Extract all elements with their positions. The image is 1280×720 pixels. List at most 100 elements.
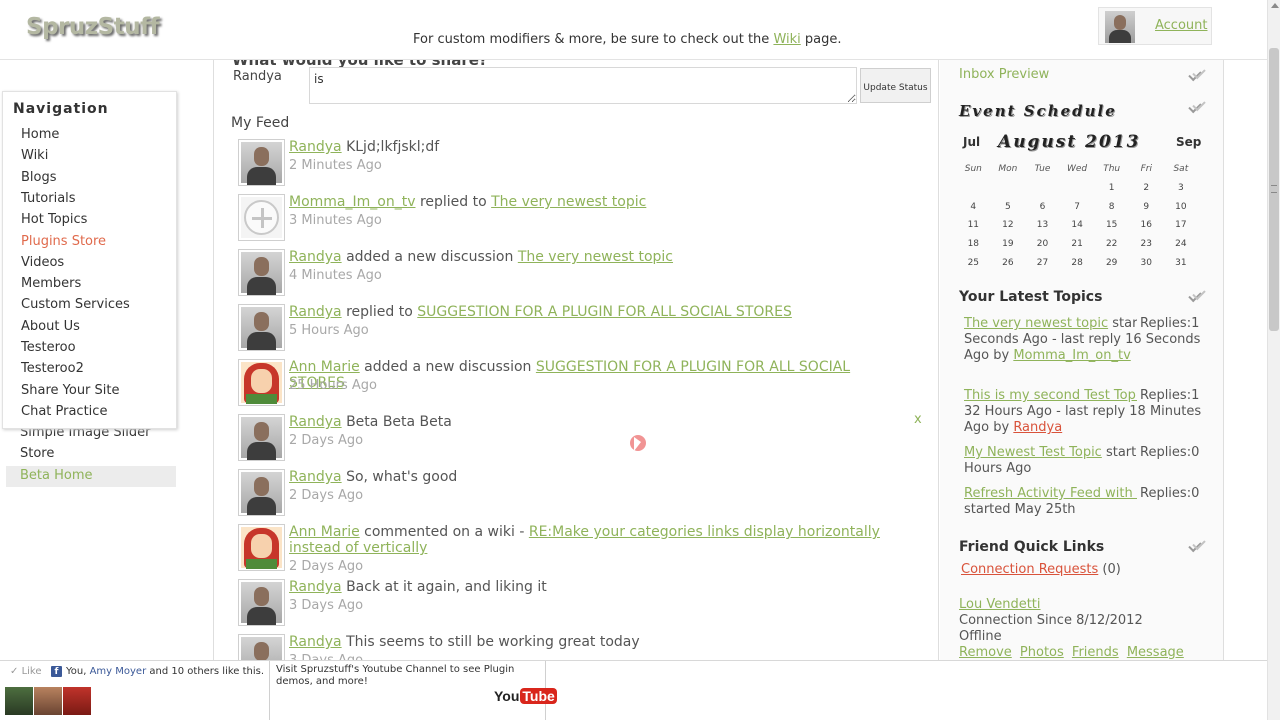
calendar-day[interactable]: 16 bbox=[1129, 216, 1164, 235]
avatar[interactable] bbox=[238, 634, 285, 660]
feed-user-link[interactable]: Randya bbox=[289, 634, 342, 650]
avatar[interactable] bbox=[238, 414, 285, 461]
calendar-day[interactable]: 14 bbox=[1060, 216, 1095, 235]
nav-item-blogs[interactable]: Blogs bbox=[21, 170, 57, 185]
avatar[interactable] bbox=[238, 524, 285, 571]
account-link[interactable]: Account bbox=[1155, 18, 1208, 33]
wiki-link[interactable]: Wiki bbox=[773, 32, 800, 47]
friend-photos-link[interactable]: Photos bbox=[1020, 645, 1064, 660]
calendar-next-month[interactable]: Sep bbox=[1176, 135, 1201, 149]
avatar[interactable] bbox=[238, 304, 285, 351]
page-scrollbar[interactable] bbox=[1267, 0, 1280, 720]
friend-message-link[interactable]: Message bbox=[1127, 645, 1184, 660]
calendar-day[interactable]: 25 bbox=[956, 253, 991, 272]
site-logo[interactable]: SpruzStuff bbox=[26, 14, 160, 40]
nav-item-videos[interactable]: Videos bbox=[21, 255, 64, 270]
calendar-day[interactable]: 4 bbox=[956, 197, 991, 216]
feed-user-link[interactable]: Randya bbox=[289, 469, 342, 485]
nav-item-about-us[interactable]: About Us bbox=[21, 319, 80, 334]
calendar-day[interactable]: 15 bbox=[1094, 216, 1129, 235]
nav-item-store[interactable]: Store bbox=[20, 446, 54, 461]
calendar-day[interactable]: 8 bbox=[1094, 197, 1129, 216]
feed-user-link[interactable]: Randya bbox=[289, 414, 342, 430]
avatar[interactable] bbox=[238, 579, 285, 626]
update-status-button[interactable]: Update Status bbox=[860, 68, 931, 103]
youtube-promo[interactable]: Visit Spruzstuff's Youtube Channel to se… bbox=[270, 661, 557, 720]
collapse-check-icon[interactable] bbox=[1187, 101, 1203, 115]
feed-user-link[interactable]: Randya bbox=[289, 139, 342, 155]
calendar-day[interactable]: 19 bbox=[991, 235, 1026, 254]
nav-item-members[interactable]: Members bbox=[21, 276, 81, 291]
calendar-day[interactable]: 13 bbox=[1025, 216, 1060, 235]
topic-title-link[interactable]: The very newest topic bbox=[964, 316, 1108, 331]
liker-avatar[interactable] bbox=[34, 687, 62, 715]
topic-title-link[interactable]: My Newest Test Topic bbox=[964, 445, 1102, 460]
nav-item-custom-services[interactable]: Custom Services bbox=[21, 297, 130, 312]
topic-author-link[interactable]: Randya bbox=[1013, 420, 1062, 435]
inbox-preview-link[interactable]: Inbox Preview bbox=[959, 67, 1049, 82]
delete-feed-item-button[interactable]: x bbox=[914, 412, 922, 427]
avatar[interactable] bbox=[238, 469, 285, 516]
collapse-check-icon[interactable] bbox=[1187, 69, 1203, 83]
friend-name-link[interactable]: Lou Vendetti bbox=[959, 597, 1041, 612]
calendar-day[interactable]: 11 bbox=[956, 216, 991, 235]
youtube-logo[interactable]: You Tube bbox=[494, 688, 557, 704]
nav-item-home[interactable]: Home bbox=[21, 127, 59, 142]
feed-user-link[interactable]: Ann Marie bbox=[289, 359, 360, 375]
calendar-day[interactable]: 1 bbox=[1094, 179, 1129, 198]
nav-item-wiki[interactable]: Wiki bbox=[21, 148, 48, 163]
calendar-day[interactable]: 23 bbox=[1129, 235, 1164, 254]
avatar[interactable] bbox=[238, 139, 285, 186]
calendar-day[interactable]: 18 bbox=[956, 235, 991, 254]
status-input[interactable]: is bbox=[309, 67, 857, 104]
calendar-day[interactable]: 3 bbox=[1164, 179, 1199, 198]
calendar-day[interactable]: 7 bbox=[1060, 197, 1095, 216]
calendar-day[interactable]: 21 bbox=[1060, 235, 1095, 254]
collapse-check-icon[interactable] bbox=[1187, 290, 1203, 304]
friend-friends-link[interactable]: Friends bbox=[1072, 645, 1119, 660]
calendar-day[interactable]: 22 bbox=[1094, 235, 1129, 254]
topic-author-link[interactable]: Momma_Im_on_tv bbox=[1013, 348, 1130, 363]
calendar-day[interactable]: 12 bbox=[991, 216, 1026, 235]
avatar[interactable] bbox=[238, 359, 285, 406]
nav-item-tutorials[interactable]: Tutorials bbox=[21, 191, 76, 206]
calendar-day[interactable]: 27 bbox=[1025, 253, 1060, 272]
calendar-day[interactable]: 17 bbox=[1164, 216, 1199, 235]
connection-requests-link[interactable]: Connection Requests bbox=[961, 562, 1098, 577]
feed-target-link[interactable]: The very newest topic bbox=[518, 249, 673, 265]
nav-item-hot-topics[interactable]: Hot Topics bbox=[21, 212, 87, 227]
calendar-day[interactable]: 2 bbox=[1129, 179, 1164, 198]
calendar-day[interactable]: 6 bbox=[1025, 197, 1060, 216]
calendar-day[interactable]: 30 bbox=[1129, 253, 1164, 272]
feed-target-link[interactable]: SUGGESTION FOR A PLUGIN FOR ALL SOCIAL S… bbox=[417, 304, 792, 320]
nav-item-share-your-site[interactable]: Share Your Site bbox=[21, 383, 120, 398]
nav-item-testeroo2[interactable]: Testeroo2 bbox=[21, 361, 84, 376]
nav-item-testeroo[interactable]: Testeroo bbox=[21, 340, 76, 355]
feed-user-link[interactable]: Randya bbox=[289, 579, 342, 595]
liker-avatar[interactable] bbox=[63, 687, 91, 715]
nav-item-chat-practice[interactable]: Chat Practice bbox=[21, 404, 107, 419]
calendar-day[interactable]: 31 bbox=[1164, 253, 1199, 272]
friend-remove-link[interactable]: Remove bbox=[959, 645, 1012, 660]
calendar-day[interactable]: 24 bbox=[1164, 235, 1199, 254]
calendar-day[interactable]: 10 bbox=[1164, 197, 1199, 216]
calendar-day[interactable]: 26 bbox=[991, 253, 1026, 272]
like-friend-name[interactable]: Amy Moyer bbox=[90, 666, 147, 677]
feed-user-link[interactable]: Randya bbox=[289, 304, 342, 320]
nav-item-beta-home[interactable]: Beta Home bbox=[6, 466, 176, 487]
feed-user-link[interactable]: Ann Marie bbox=[289, 524, 360, 540]
calendar-prev-month[interactable]: Jul bbox=[963, 135, 980, 149]
calendar-day[interactable]: 20 bbox=[1025, 235, 1060, 254]
calendar-day[interactable]: 28 bbox=[1060, 253, 1095, 272]
collapse-check-icon[interactable] bbox=[1187, 540, 1203, 554]
feed-user-link[interactable]: Momma_Im_on_tv bbox=[289, 194, 415, 210]
calendar-day[interactable]: 29 bbox=[1094, 253, 1129, 272]
feed-user-link[interactable]: Randya bbox=[289, 249, 342, 265]
avatar[interactable] bbox=[238, 194, 285, 241]
topic-title-link[interactable]: This is my second Test Topic bbox=[964, 388, 1147, 403]
calendar-day[interactable]: 9 bbox=[1129, 197, 1164, 216]
nav-item-plugins-store[interactable]: Plugins Store bbox=[21, 234, 106, 249]
liker-avatar[interactable] bbox=[5, 687, 33, 715]
feed-target-link[interactable]: The very newest topic bbox=[491, 194, 646, 210]
calendar-day[interactable]: 5 bbox=[991, 197, 1026, 216]
